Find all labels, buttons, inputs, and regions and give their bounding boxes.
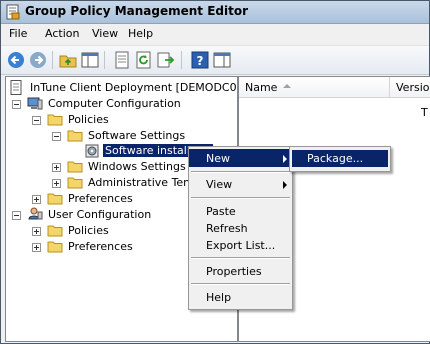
- tree-label: Windows Settings: [88, 160, 186, 173]
- forward-icon[interactable]: [29, 51, 47, 69]
- expand-icon[interactable]: [32, 195, 41, 204]
- folder-icon: [67, 130, 83, 142]
- menu-item-label: Package...: [307, 152, 364, 165]
- folder-icon: [47, 193, 63, 205]
- back-icon[interactable]: [7, 51, 25, 69]
- new-submenu: Package...: [289, 146, 391, 172]
- collapse-icon[interactable]: [12, 211, 21, 220]
- export-list-icon[interactable]: [157, 51, 175, 69]
- folder-icon: [67, 177, 83, 189]
- policy-editor-icon: [6, 4, 20, 20]
- results-text: T: [421, 106, 428, 119]
- column-label: Versio: [396, 81, 430, 94]
- tree-node-software-settings[interactable]: Software Settings: [52, 128, 232, 144]
- toolbar-separator: [181, 51, 182, 69]
- menu-item-export-list[interactable]: Export List...: [189, 236, 292, 254]
- tree-label: InTune Client Deployment [DEMODC01.CC: [30, 81, 237, 94]
- tree-node-policies[interactable]: Policies: [32, 112, 232, 128]
- context-menu: New View Paste Refresh Export List... Pr…: [188, 146, 293, 310]
- tree-node-computer-configuration[interactable]: Computer Configuration: [12, 96, 232, 112]
- show-hide-tree-icon[interactable]: [81, 51, 99, 69]
- collapse-icon[interactable]: [32, 116, 41, 125]
- menu-item-label: Properties: [206, 265, 262, 278]
- properties-icon[interactable]: [113, 51, 131, 69]
- window-title: Group Policy Management Editor: [25, 4, 249, 18]
- svg-text:?: ?: [197, 54, 204, 68]
- tree-label: Policies: [68, 224, 109, 237]
- menu-view[interactable]: View: [92, 27, 118, 40]
- help-icon[interactable]: ?: [191, 51, 209, 69]
- title-bar[interactable]: Group Policy Management Editor: [1, 1, 429, 24]
- menu-item-label: Refresh: [206, 222, 248, 235]
- column-header-name[interactable]: Name: [239, 77, 390, 98]
- expand-icon[interactable]: [52, 179, 61, 188]
- submenu-arrow-icon: [283, 181, 287, 189]
- menu-help[interactable]: Help: [128, 27, 153, 40]
- toolbar-separator: [52, 51, 53, 69]
- menu-item-label: View: [206, 178, 233, 191]
- menu-item-label: New: [206, 152, 230, 165]
- menu-item-properties[interactable]: Properties: [189, 262, 292, 280]
- tree-label: Preferences: [68, 192, 133, 205]
- tree-label: Software Settings: [88, 129, 186, 142]
- menu-item-label: Help: [206, 291, 232, 304]
- menu-item-help[interactable]: Help: [189, 288, 292, 306]
- menu-separator: [191, 257, 290, 259]
- menu-item-view[interactable]: View: [189, 175, 292, 193]
- menu-item-paste[interactable]: Paste: [189, 202, 292, 220]
- menu-action[interactable]: Action: [45, 27, 79, 40]
- up-folder-icon[interactable]: [59, 51, 77, 69]
- toolbar: ?: [1, 45, 429, 75]
- collapse-icon[interactable]: [52, 132, 61, 141]
- menu-separator: [191, 171, 290, 173]
- submenu-arrow-icon: [283, 155, 287, 163]
- column-label: Name: [245, 81, 278, 94]
- expand-icon[interactable]: [32, 227, 41, 236]
- folder-icon: [47, 114, 63, 126]
- menu-separator: [191, 197, 290, 199]
- tree-label: Policies: [68, 113, 109, 126]
- expand-icon[interactable]: [52, 163, 61, 172]
- tree-label: Computer Configuration: [48, 97, 181, 110]
- collapse-icon[interactable]: [12, 100, 21, 109]
- refresh-icon[interactable]: [135, 51, 153, 69]
- menu-separator: [191, 283, 290, 285]
- menu-item-label: Export List...: [206, 239, 276, 252]
- menu-item-refresh[interactable]: Refresh: [189, 219, 292, 237]
- gpo-document-icon: [10, 80, 22, 95]
- folder-icon: [47, 241, 63, 253]
- tree-label: Preferences: [68, 240, 133, 253]
- column-header-version[interactable]: Versio: [390, 77, 430, 98]
- menu-item-package[interactable]: Package...: [292, 150, 388, 167]
- folder-icon: [47, 225, 63, 237]
- tree-node-gpo-root[interactable]: InTune Client Deployment [DEMODC01.CC: [10, 80, 237, 96]
- computer-icon: [27, 97, 43, 110]
- menu-item-label: Paste: [206, 205, 236, 218]
- show-action-pane-icon[interactable]: [213, 51, 231, 69]
- menu-file[interactable]: File: [9, 27, 27, 40]
- menu-item-new[interactable]: New: [189, 149, 292, 167]
- menu-bar: File Action View Help: [1, 24, 429, 45]
- toolbar-separator: [104, 51, 105, 69]
- sort-ascending-icon: [283, 84, 291, 88]
- user-icon: [28, 207, 43, 220]
- folder-icon: [67, 161, 83, 173]
- tree-label: User Configuration: [48, 208, 152, 221]
- software-installation-icon: [85, 144, 99, 158]
- expand-icon[interactable]: [32, 243, 41, 252]
